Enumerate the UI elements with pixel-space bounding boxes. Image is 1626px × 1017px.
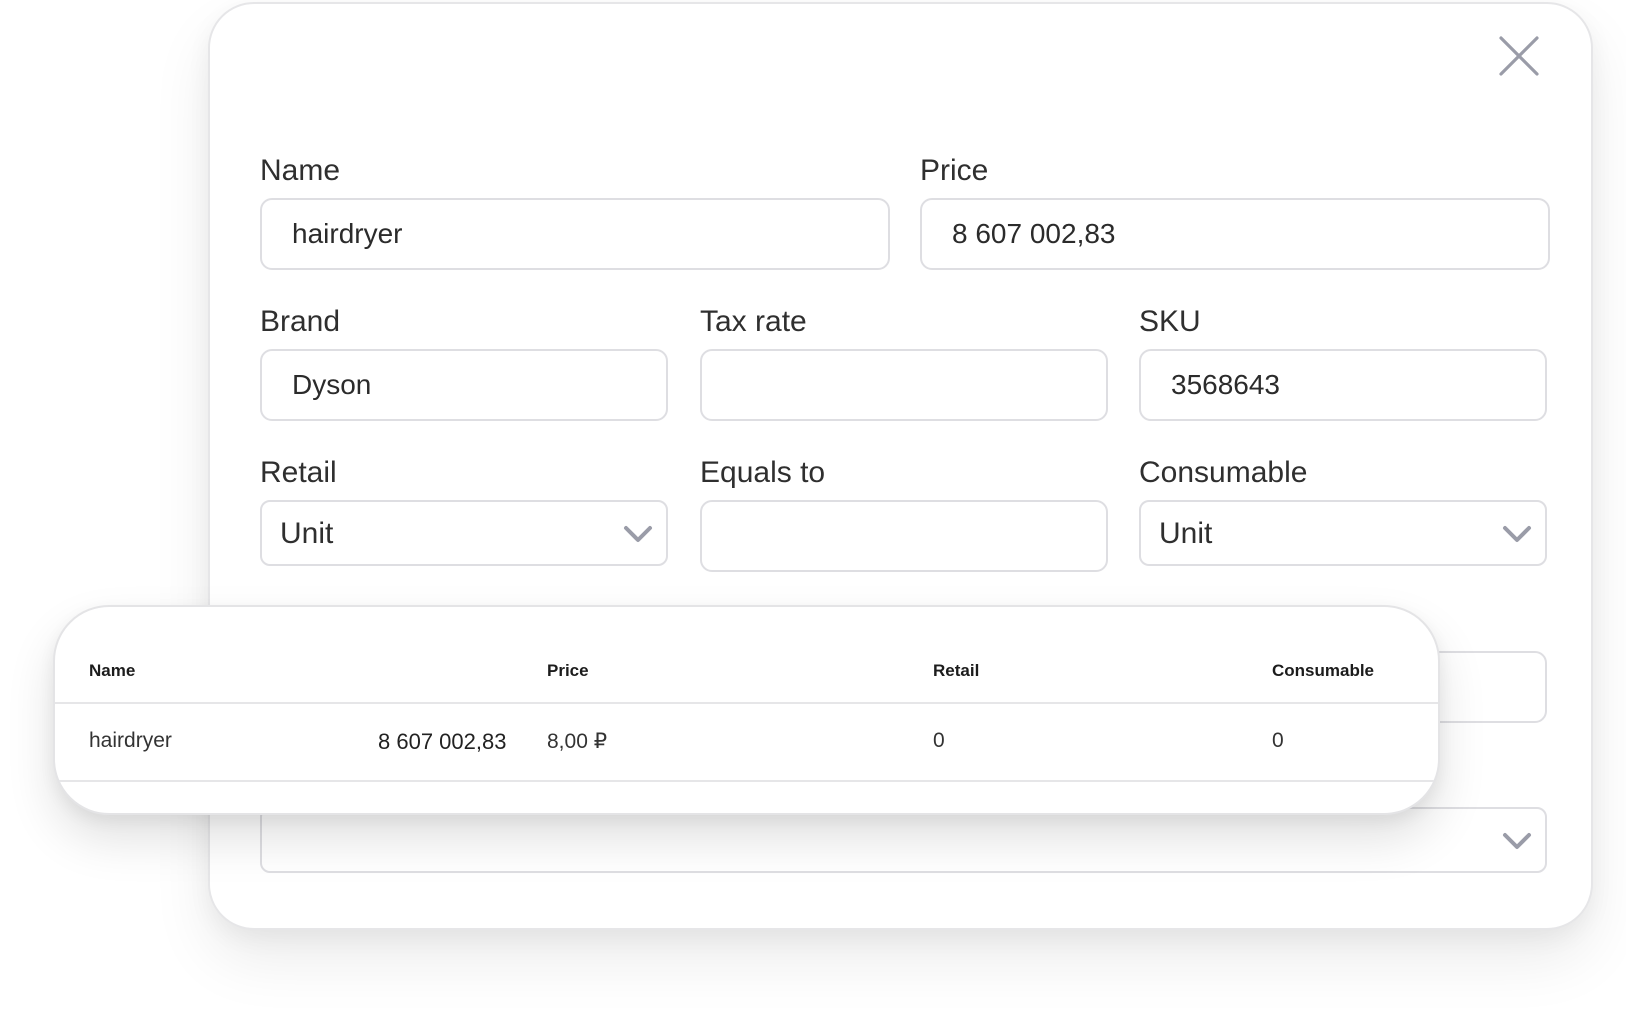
- close-icon: [1499, 36, 1539, 76]
- hidden-select[interactable]: [260, 807, 1547, 873]
- products-table: Name Price Retail Consumable hairdryer 8…: [53, 605, 1440, 815]
- hidden-select-field: [260, 807, 1547, 873]
- retail-select-value: Unit: [280, 517, 334, 550]
- retail-label: Retail: [260, 456, 337, 489]
- cell-name: hairdryer: [89, 729, 172, 752]
- price-field: Price: [920, 154, 1550, 270]
- sku-input[interactable]: [1139, 349, 1547, 421]
- consumable-field: Consumable Unit: [1139, 456, 1547, 566]
- retail-field: Retail Unit: [260, 456, 668, 566]
- equals-to-label: Equals to: [700, 456, 826, 489]
- close-button[interactable]: [1495, 32, 1543, 80]
- brand-input[interactable]: [260, 349, 668, 421]
- sku-label: SKU: [1139, 305, 1201, 338]
- column-header-retail: Retail: [933, 661, 980, 680]
- cell-retail: 0: [933, 729, 945, 752]
- tax-rate-label: Tax rate: [700, 305, 807, 338]
- row-divider: [55, 780, 1438, 782]
- header-divider: [55, 702, 1438, 704]
- tax-rate-input[interactable]: [700, 349, 1108, 421]
- column-header-consumable: Consumable: [1272, 661, 1375, 680]
- consumable-select-value: Unit: [1159, 517, 1213, 550]
- name-label: Name: [260, 154, 341, 187]
- retail-select[interactable]: Unit: [260, 500, 668, 566]
- column-header-name: Name: [89, 661, 136, 680]
- brand-field: Brand: [260, 305, 668, 421]
- name-input[interactable]: [260, 198, 890, 270]
- name-field: Name: [260, 154, 890, 270]
- cell-amount: 8 607 002,83: [378, 729, 507, 754]
- column-header-price: Price: [547, 661, 589, 680]
- consumable-label: Consumable: [1139, 456, 1308, 489]
- cell-consumable: 0: [1272, 729, 1284, 752]
- chevron-down-icon: [622, 520, 654, 548]
- price-label: Price: [920, 154, 989, 187]
- price-input[interactable]: [920, 198, 1550, 270]
- chevron-down-icon: [1501, 827, 1533, 855]
- chevron-down-icon: [1501, 520, 1533, 548]
- sku-field: SKU: [1139, 305, 1547, 421]
- consumable-select[interactable]: Unit: [1139, 500, 1547, 566]
- equals-to-input[interactable]: [700, 500, 1108, 572]
- equals-to-field: Equals to: [700, 456, 1108, 572]
- cell-price: 8,00 ₽: [547, 730, 608, 753]
- tax-rate-field: Tax rate: [700, 305, 1108, 421]
- brand-label: Brand: [260, 305, 341, 338]
- stage: Name Price Brand Tax rate SKU Retail Uni…: [0, 0, 1626, 1017]
